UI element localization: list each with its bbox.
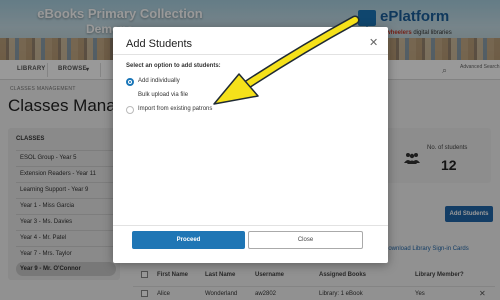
dialog-prompt: Select an option to add students: (126, 63, 221, 69)
radio-selected-icon[interactable] (126, 78, 134, 86)
dialog-title: Add Students (126, 38, 193, 50)
option-label: Bulk upload via file (138, 92, 189, 98)
dialog-divider (113, 54, 388, 55)
radio-icon[interactable] (126, 106, 134, 114)
close-icon[interactable]: ✕ (369, 36, 378, 49)
add-students-dialog: Add Students ✕ Select an option to add s… (113, 27, 388, 263)
dialog-footer-divider (113, 225, 388, 226)
proceed-button[interactable]: Proceed (132, 231, 245, 249)
option-label: Add individually (138, 78, 180, 84)
close-button[interactable]: Close (248, 231, 363, 249)
option-label: Import from existing patrons (138, 106, 213, 112)
